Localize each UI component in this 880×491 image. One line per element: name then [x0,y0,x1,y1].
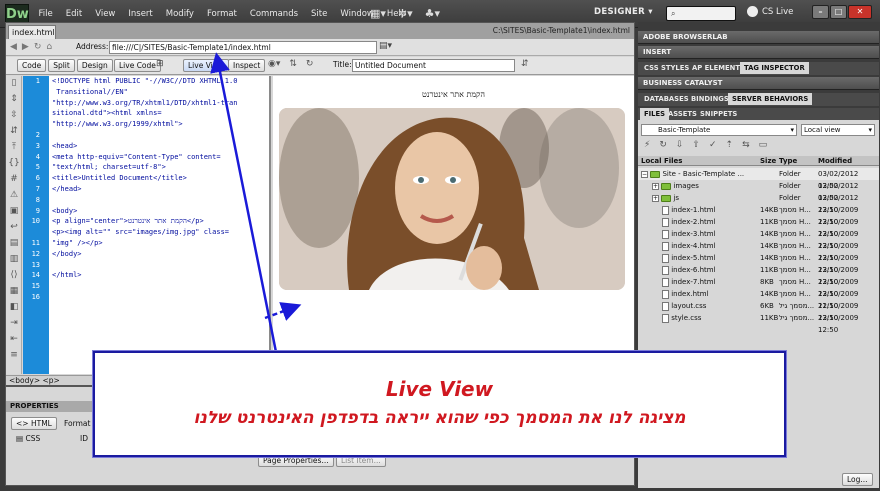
callout-title: Live View [385,377,494,401]
callout-box: Live View מציגה לנו את המסמך כפי שהוא יי… [93,351,786,457]
callout-text: מציגה לנו את המסמך כפי שהוא ייראה בדפדפן… [193,408,686,428]
